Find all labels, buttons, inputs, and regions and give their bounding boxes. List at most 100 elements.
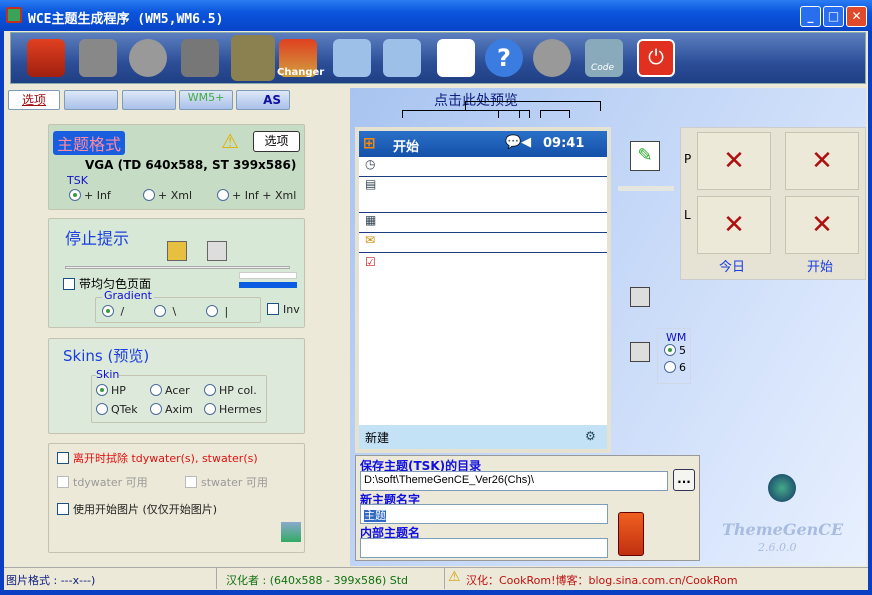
skin-radio-hermes[interactable]: Hermes xyxy=(204,403,262,416)
today-row-clock[interactable]: ◷ xyxy=(359,157,607,177)
theme-format-group: 主题格式 ⚠ 选项 VGA (TD 640x588, ST 399x586) T… xyxy=(48,124,305,210)
status-bar: 图片格式 : ---x---) 汉化者 : (640x588 - 399x586… xyxy=(4,567,868,589)
phone-preview[interactable]: ⊞ 开始 💬◀ 09:41 ◷ ▤ ▦ ✉ ☑ 新建 ⚙ xyxy=(355,127,611,453)
gradient-label: Gradient xyxy=(102,289,154,302)
radio-inf-xml[interactable]: + Inf + Xml xyxy=(217,189,296,202)
generate-theme-button[interactable] xyxy=(618,512,644,556)
color-swatch-white[interactable] xyxy=(239,272,297,279)
edit-pen-button[interactable]: ✎ xyxy=(630,141,660,171)
clock: 09:41 xyxy=(543,136,585,151)
close-button[interactable]: ✕ xyxy=(846,6,867,27)
wm-radio-6[interactable]: 6 xyxy=(664,361,690,374)
today-row-calendar[interactable]: ▦ xyxy=(359,213,607,233)
browse-button[interactable]: ... xyxy=(673,469,695,491)
preview-p-button[interactable] xyxy=(630,287,650,307)
palette-import-icon[interactable] xyxy=(383,39,421,77)
skins-title: Skins (预览) xyxy=(63,347,150,365)
skin-radio-acer[interactable]: Acer xyxy=(150,384,190,397)
speaker-icon-button[interactable] xyxy=(207,241,227,261)
tab-options[interactable]: 选项 xyxy=(8,90,60,110)
start-tile-label: 开始 xyxy=(807,260,834,275)
save-dir-input[interactable]: D:\soft\ThemeGenCE_Ver26(Chs)\ xyxy=(360,471,668,491)
tasks-icon: ☑ xyxy=(365,255,376,269)
new-name-input[interactable]: 主题 xyxy=(360,504,608,524)
portrait-label: P xyxy=(684,152,692,166)
palette-export-icon[interactable] xyxy=(333,39,371,77)
window-title: WCE主题生成程序 (WM5,WM6.5) xyxy=(28,12,224,27)
status-divider-2 xyxy=(444,568,445,589)
tile-today-portrait[interactable]: ✕ xyxy=(697,132,771,190)
speaker-disable-icon[interactable] xyxy=(533,39,571,77)
device-disable-icon[interactable] xyxy=(129,39,167,77)
tab-as[interactable]: AS xyxy=(236,90,290,110)
minimize-button[interactable]: _ xyxy=(800,6,821,27)
gradient-radio-backslash[interactable]: \ xyxy=(154,305,176,318)
skins-group: Skins (预览) Skin HP Acer HP col. QTek Axi… xyxy=(48,338,305,434)
stop-hint-title: 停止提示 xyxy=(65,229,130,248)
theme-options-button[interactable]: 选项 xyxy=(253,131,300,152)
wm-radio-5[interactable]: 5 xyxy=(664,344,690,357)
status-credit: 汉化：CookRom!博客：blog.sina.com.cn/CookRom xyxy=(466,574,738,587)
preview-l-button[interactable] xyxy=(630,342,650,362)
network-icon: ⚙ xyxy=(585,429,596,443)
tab-wm5[interactable]: WM5+ xyxy=(179,90,233,110)
toolbar: Changer ? Code ⏻ xyxy=(10,32,866,84)
status-format: 图片格式 : ---x---) xyxy=(6,574,96,587)
logo-version: 2.6.0.0 xyxy=(758,541,797,554)
gradient-radio-bar[interactable]: | xyxy=(206,305,228,318)
color-swatch-blue[interactable] xyxy=(239,282,297,288)
start-label: 开始 xyxy=(393,140,420,155)
power-icon[interactable]: ⏻ xyxy=(637,39,675,77)
tile-start-landscape[interactable]: ✕ xyxy=(785,196,859,254)
tab-colors[interactable] xyxy=(122,90,176,110)
warning-icon: ⚠ xyxy=(221,129,239,153)
skin-radio-qtek[interactable]: QTek xyxy=(96,403,138,416)
start-bar[interactable]: ⊞ 开始 💬◀ 09:41 xyxy=(359,131,607,157)
radio-xml[interactable]: + Xml xyxy=(143,189,192,202)
images-icon[interactable] xyxy=(281,522,301,542)
bracket-right xyxy=(540,110,570,118)
cleanup-group: 离开时拭除 tdywater(s), stwater(s) tdywater 可… xyxy=(48,443,305,553)
portrait-image[interactable] xyxy=(231,35,275,81)
use-start-image-checkbox[interactable]: 使用开始图片 (仅仅开始图片) xyxy=(57,501,217,517)
options-panel: 主题格式 ⚠ 选项 VGA (TD 640x588, ST 399x586) T… xyxy=(4,110,346,566)
save-panel: 保存主题(TSK)的目录 D:\soft\ThemeGenCE_Ver26(Ch… xyxy=(355,455,700,561)
inf-file-icon[interactable] xyxy=(437,39,475,77)
status-translator: 汉化者 : (640x588 - 399x586) Std xyxy=(226,574,409,587)
device-tools-icon[interactable] xyxy=(181,39,219,77)
gradient-radio-slash[interactable]: / xyxy=(102,305,124,318)
tile-grid: P L ✕ ✕ ✕ ✕ 今日 开始 xyxy=(680,127,866,280)
gradient-group: Gradient / \ | xyxy=(95,289,261,323)
status-divider xyxy=(216,568,217,589)
tab-images[interactable] xyxy=(64,90,118,110)
skin-radio-hp[interactable]: HP xyxy=(96,384,126,397)
internal-name-input[interactable] xyxy=(360,538,608,558)
book-icon-button[interactable] xyxy=(167,241,187,261)
device-remove-icon[interactable] xyxy=(79,39,117,77)
windows-orb-icon xyxy=(768,474,796,502)
help-icon[interactable]: ? xyxy=(485,39,523,77)
today-row-messages[interactable]: ✉ xyxy=(359,233,607,253)
tdywater-checkbox[interactable]: tdywater 可用 xyxy=(57,474,148,490)
radio-inf[interactable]: + Inf xyxy=(69,189,111,202)
app-icon xyxy=(6,7,22,23)
remove-on-exit-checkbox[interactable]: 离开时拭除 tdywater(s), stwater(s) xyxy=(57,450,258,466)
soft-key-bar[interactable]: 新建 ⚙ xyxy=(359,425,607,449)
inv-checkbox[interactable]: Inv xyxy=(267,303,300,316)
maximize-button[interactable]: □ xyxy=(823,6,844,27)
tile-today-landscape[interactable]: ✕ xyxy=(697,196,771,254)
skin-radio-axim[interactable]: Axim xyxy=(150,403,193,416)
new-softkey[interactable]: 新建 xyxy=(365,429,389,446)
wm-version-group: WM 5 6 xyxy=(657,328,691,384)
notification-icon: 💬◀ xyxy=(505,135,532,150)
skin-radio-hp-col[interactable]: HP col. xyxy=(204,384,257,397)
skin-label: Skin xyxy=(96,368,120,381)
new-theme-icon[interactable] xyxy=(27,39,65,77)
tile-start-portrait[interactable]: ✕ xyxy=(785,132,859,190)
stwater-checkbox[interactable]: stwater 可用 xyxy=(185,474,268,490)
today-row-owner[interactable]: ▤ xyxy=(359,177,607,213)
wm-label: WM xyxy=(666,331,687,344)
tsk-label: TSK xyxy=(67,174,88,187)
slider-track[interactable] xyxy=(65,266,290,269)
changer-label: Changer xyxy=(277,67,325,78)
